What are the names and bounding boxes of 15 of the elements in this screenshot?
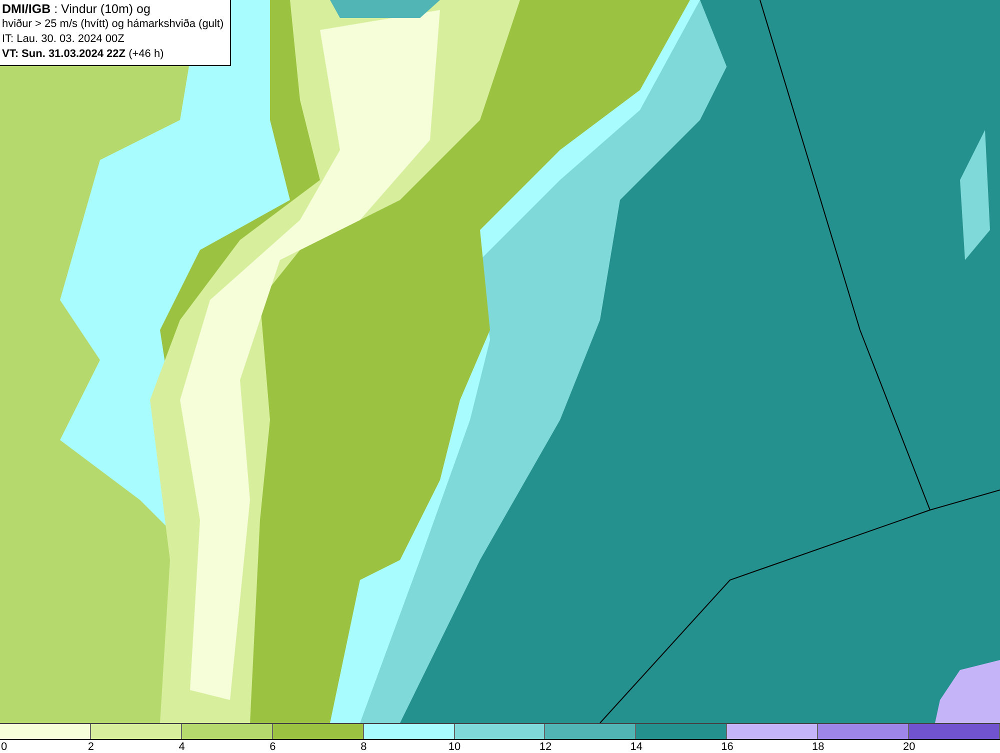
title-line: hviður > 25 m/s (hvítt) og hámarkshviða (gult) [2, 17, 225, 32]
title-line: DMI/IGB : Vindur (10m) og [2, 2, 152, 17]
legend-tick-label: 14 [630, 740, 642, 753]
title-line: IT: Lau. 30. 03. 2024 00Z [2, 32, 126, 47]
legend-tick-label: 6 [270, 740, 276, 753]
legend-tick-label: 2 [88, 740, 94, 753]
legend-tick-label: 12 [539, 740, 552, 753]
legend-tick-label: 16 [721, 740, 734, 753]
legend-tick-label: 10 [448, 740, 461, 753]
legend-tick-label: 18 [812, 740, 824, 753]
legend-tick-label: 20 [902, 740, 916, 753]
title-line: VT: Sun. 31.03.2024 22Z (+46 h) [2, 47, 165, 62]
legend-tick-label: 0 [1, 740, 8, 753]
legend-tick-label: 8 [360, 740, 367, 753]
legend-tick-label: 4 [178, 740, 185, 753]
